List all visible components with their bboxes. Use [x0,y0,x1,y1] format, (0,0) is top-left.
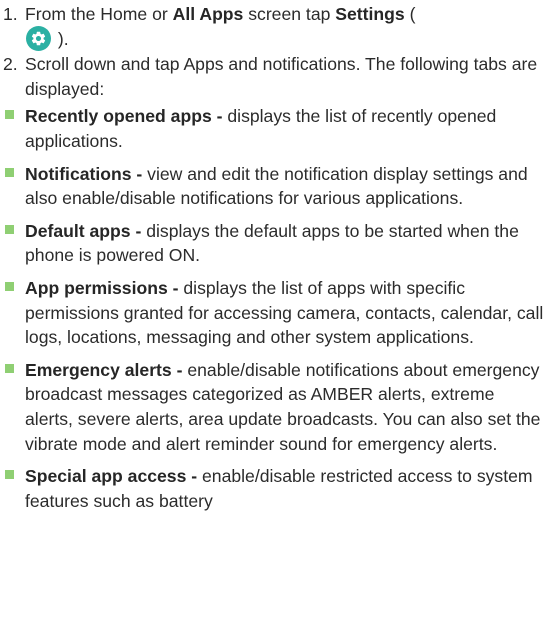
square-bullet-icon [5,110,14,120]
step-text: screen tap [243,4,336,24]
square-bullet-icon [5,167,14,177]
item-title: Emergency alerts - [25,359,183,380]
item-title: App permissions - [25,277,179,298]
item-title: Special app access - [25,466,198,487]
gear-icon [26,25,51,51]
step-text: ). [53,28,69,49]
tabs-list: Recently opened apps - displays the list… [0,104,545,513]
item-title: Recently opened apps - [25,106,223,127]
square-bullet-icon [5,224,14,234]
list-item: Special app access - enable/disable rest… [0,464,545,513]
square-bullet-icon [5,281,14,291]
item-title: Default apps - [25,220,142,241]
list-item: Notifications - view and edit the notifi… [0,162,545,211]
step-emphasis-settings: Settings [335,4,405,24]
step-text: From the Home or [25,4,173,24]
list-item: Recently opened apps - displays the list… [0,104,545,153]
list-item: Emergency alerts - enable/disable notifi… [0,358,545,456]
square-bullet-icon [5,470,14,480]
step-number: 2. [3,54,18,75]
square-bullet-icon [5,363,14,373]
step-number: 1. [3,4,18,24]
instructions-page: 1. From the Home or All Apps screen tap … [0,0,559,625]
step-2: 2. Scroll down and tap Apps and notifica… [0,52,545,101]
list-item: Default apps - displays the default apps… [0,219,545,268]
item-title: Notifications - [25,163,143,184]
step-text: Scroll down and tap Apps and notificatio… [25,54,538,99]
step-text: ( [404,4,416,24]
step-emphasis-all-apps: All Apps [172,4,244,24]
step-1: 1. From the Home or All Apps screen tap … [0,2,545,51]
list-item: App permissions - displays the list of a… [0,276,545,350]
